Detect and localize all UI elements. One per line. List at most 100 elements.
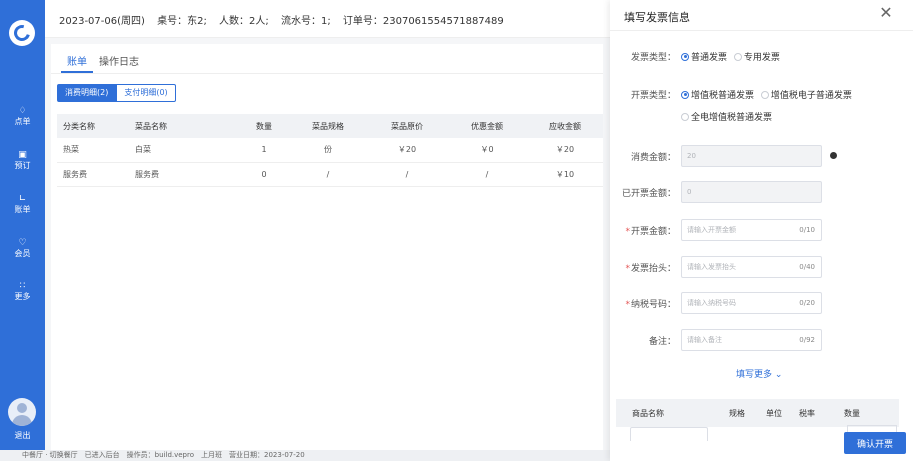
chevron-down-icon: ⌄ xyxy=(772,370,783,380)
table-cell: 服务费 xyxy=(57,162,129,187)
detail-subtabs: 消费明细(2) 支付明细(0) xyxy=(57,84,176,102)
fill-more-label: 填写更多 xyxy=(736,370,773,380)
close-icon[interactable]: ✕ xyxy=(878,5,894,21)
app-logo xyxy=(9,20,35,46)
radio-vat-electronic[interactable]: 增值税电子普通发票 xyxy=(760,88,852,101)
radio-unchecked-icon xyxy=(733,52,742,61)
radio-unchecked-icon xyxy=(681,112,689,121)
nav-item-more[interactable]: ∷ 更多 xyxy=(0,281,45,302)
column-header: 规格 xyxy=(729,409,745,418)
remark-input[interactable]: 请输入备注 0/92 xyxy=(681,329,822,351)
table-cell: 份 xyxy=(289,138,367,163)
bell-icon: ♢ xyxy=(18,106,27,116)
issued-amount-field: 0 xyxy=(681,181,822,203)
subtab-consume-detail[interactable]: 消费明细(2) xyxy=(57,84,117,102)
info-icon[interactable] xyxy=(830,152,837,159)
radio-checked-icon xyxy=(681,90,689,99)
serial-number: 流水号：1; xyxy=(280,16,331,27)
radio-label: 普通发票 xyxy=(691,53,728,63)
invoice-title-placeholder: 请输入发票抬头 xyxy=(687,263,736,271)
confirm-invoice-button[interactable]: 确认开票 xyxy=(844,432,906,454)
drawer-title: 填写发票信息 xyxy=(624,11,690,24)
logout-button[interactable]: 退出 xyxy=(0,431,45,441)
nav-item-bill[interactable]: ∟ 账单 xyxy=(0,194,45,215)
column-header: 应收金额 xyxy=(527,114,603,138)
nav-item-label: 预订 xyxy=(14,161,31,170)
table-row: 服务费 服务费 0 / / / ￥10 xyxy=(57,162,603,187)
column-header: 数量 xyxy=(239,114,289,138)
table-number: 桌号：东2; xyxy=(157,16,207,27)
char-count: 0/10 xyxy=(799,226,815,234)
invoice-title-label: *发票抬头： xyxy=(625,264,676,274)
radio-label: 增值税电子普通发票 xyxy=(770,91,852,101)
table-cell: ￥20 xyxy=(367,138,447,163)
column-header: 菜品规格 xyxy=(289,114,367,138)
consume-amount-label: 消费金额： xyxy=(630,153,676,163)
column-header: 菜品原价 xyxy=(367,114,447,138)
table-cell: 白菜 xyxy=(129,138,239,163)
column-header: 数量 xyxy=(844,409,860,418)
issue-type-label: 开票类型： xyxy=(630,91,676,101)
radio-label: 全电增值税普通发票 xyxy=(691,113,773,123)
tab-bill[interactable]: 账单 xyxy=(61,49,93,73)
order-date: 2023-07-06(周四) xyxy=(59,16,145,27)
table-row: 热菜 白菜 1 份 ￥20 ￥0 ￥20 xyxy=(57,138,603,163)
tax-number-label: *纳税号码： xyxy=(625,300,676,310)
chart-icon: ∟ xyxy=(18,194,27,204)
invoice-type-label: 发票类型： xyxy=(630,53,676,63)
tax-number-input[interactable]: 请输入纳税号码 0/20 xyxy=(681,292,822,314)
people-count: 人数：2人; xyxy=(219,16,269,27)
table-cell: 热菜 xyxy=(57,138,129,163)
nav-item-label: 账单 xyxy=(14,205,31,214)
grid-icon: ∷ xyxy=(19,281,26,291)
table-cell: / xyxy=(447,162,527,187)
radio-label: 专用发票 xyxy=(743,53,780,63)
logout-label: 退出 xyxy=(14,431,31,440)
radio-label: 增值税普通发票 xyxy=(691,91,755,101)
nav-item-order[interactable]: ♢ 点单 xyxy=(0,106,45,127)
radio-vat-normal[interactable]: 增值税普通发票 xyxy=(681,88,754,101)
radio-special-invoice[interactable]: 专用发票 xyxy=(733,50,780,63)
table-cell: 服务费 xyxy=(129,162,239,187)
invoice-drawer: 填写发票信息 ✕ 发票类型： 普通发票 专用发票 开票类型： 增值税普通发票 增… xyxy=(610,0,913,461)
subtab-payment-detail[interactable]: 支付明细(0) xyxy=(116,84,176,102)
fill-more-link[interactable]: 填写更多 ⌄ xyxy=(736,367,782,380)
issue-amount-placeholder: 请输入开票金额 xyxy=(687,226,736,234)
table-cell: 0 xyxy=(239,162,289,187)
char-count: 0/20 xyxy=(799,299,815,307)
tax-number-placeholder: 请输入纳税号码 xyxy=(687,299,736,307)
nav-item-reserve[interactable]: ▣ 预订 xyxy=(0,150,45,171)
char-count: 0/92 xyxy=(799,336,815,344)
radio-checked-icon xyxy=(681,52,689,61)
table-cell: ￥10 xyxy=(527,162,603,187)
nav-item-label: 更多 xyxy=(14,292,31,301)
table-header-row: 分类名称 菜品名称 数量 菜品规格 菜品原价 优惠金额 应收金额 xyxy=(57,114,603,138)
table-cell: ￥20 xyxy=(527,138,603,163)
radio-normal-invoice[interactable]: 普通发票 xyxy=(681,50,727,63)
left-nav: ♢ 点单 ▣ 预订 ∟ 账单 ♡ 会员 ∷ 更多 退出 xyxy=(0,0,45,461)
order-number: 订单号：2307061554571887489 xyxy=(342,16,504,27)
issue-amount-input[interactable]: 请输入开票金额 0/10 xyxy=(681,219,822,241)
column-header: 分类名称 xyxy=(57,114,129,138)
column-header: 菜品名称 xyxy=(129,114,239,138)
calendar-icon: ▣ xyxy=(18,150,27,160)
avatar[interactable] xyxy=(8,398,36,426)
nav-item-member[interactable]: ♡ 会员 xyxy=(0,238,45,259)
table-cell: / xyxy=(289,162,367,187)
goods-table-header: 商品名称 规格 单位 税率 数量 xyxy=(616,399,899,427)
table-cell: 1 xyxy=(239,138,289,163)
tab-operation-log[interactable]: 操作日志 xyxy=(93,49,145,73)
order-header: 2023-07-06(周四) 桌号：东2; 人数：2人; 流水号：1; 订单号：… xyxy=(45,0,610,38)
status-bar: 中餐厅 · 切换餐厅 已进入后台 操作员：build.vepro 上月班 营业日… xyxy=(0,450,610,461)
nav-item-label: 点单 xyxy=(14,117,31,126)
column-header: 优惠金额 xyxy=(447,114,527,138)
table-cell: / xyxy=(367,162,447,187)
invoice-title-input[interactable]: 请输入发票抬头 0/40 xyxy=(681,256,822,278)
table-cell: ￥0 xyxy=(447,138,527,163)
main-tabs: 账单 操作日志 xyxy=(61,49,145,73)
bill-card: 账单 操作日志 消费明细(2) 支付明细(0) 分类名称 菜品名称 数量 菜品规… xyxy=(51,44,603,450)
radio-unchecked-icon xyxy=(760,90,769,99)
goods-name-input[interactable] xyxy=(630,427,708,441)
remark-label: 备注： xyxy=(648,337,676,347)
radio-full-electronic[interactable]: 全电增值税普通发票 xyxy=(681,110,772,123)
